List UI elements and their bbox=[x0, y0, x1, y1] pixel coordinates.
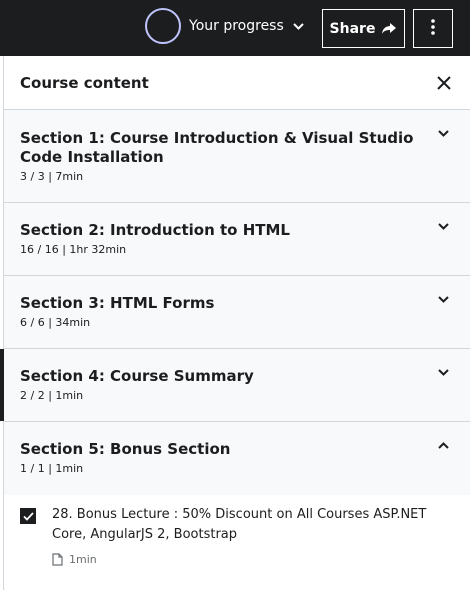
section-meta: 16 / 16 | 1hr 32min bbox=[20, 243, 127, 256]
section-3[interactable]: Section 3: HTML Forms 6 / 6 | 34min bbox=[4, 276, 470, 349]
panel-header: Course content bbox=[4, 56, 470, 110]
top-bar: Your progress Share bbox=[0, 0, 470, 56]
chevron-down-icon bbox=[293, 22, 304, 30]
chevron-down-icon bbox=[436, 294, 450, 304]
share-icon bbox=[381, 22, 397, 35]
lecture-complete-checkbox[interactable] bbox=[20, 508, 36, 524]
course-content-panel: Course content Section 1: Course Introdu… bbox=[0, 56, 470, 590]
lecture-duration: 1min bbox=[69, 553, 97, 566]
chevron-down-icon bbox=[436, 221, 450, 231]
chevron-down-icon bbox=[436, 128, 450, 138]
more-vertical-icon bbox=[431, 18, 435, 39]
active-section-indicator bbox=[0, 349, 4, 421]
section-title: Section 5: Bonus Section bbox=[20, 440, 231, 458]
more-options-button[interactable] bbox=[413, 9, 453, 48]
section-5[interactable]: Section 5: Bonus Section 1 / 1 | 1min bbox=[4, 422, 470, 495]
section-meta: 3 / 3 | 7min bbox=[20, 170, 84, 183]
section-title: Section 4: Course Summary bbox=[20, 367, 254, 385]
section-1[interactable]: Section 1: Course Introduction & Visual … bbox=[4, 110, 470, 203]
checkmark-icon bbox=[22, 511, 34, 521]
lecture-item[interactable]: 28. Bonus Lecture : 50% Discount on All … bbox=[4, 495, 470, 581]
lecture-title: 28. Bonus Lecture : 50% Discount on All … bbox=[52, 507, 427, 542]
close-button[interactable] bbox=[434, 73, 454, 93]
chevron-up-icon bbox=[436, 440, 450, 450]
section-meta: 1 / 1 | 1min bbox=[20, 462, 84, 475]
section-title: Section 2: Introduction to HTML bbox=[20, 221, 290, 239]
progress-dropdown[interactable]: Your progress bbox=[145, 8, 304, 44]
section-meta: 6 / 6 | 34min bbox=[20, 316, 91, 329]
section-title: Section 3: HTML Forms bbox=[20, 294, 215, 312]
file-icon bbox=[52, 553, 63, 566]
section-4[interactable]: Section 4: Course Summary 2 / 2 | 1min bbox=[0, 349, 470, 422]
panel-title: Course content bbox=[20, 73, 149, 92]
chevron-down-icon bbox=[436, 367, 450, 377]
section-meta: 2 / 2 | 1min bbox=[20, 389, 84, 402]
share-button-label: Share bbox=[329, 20, 376, 37]
share-button[interactable]: Share bbox=[322, 9, 405, 48]
progress-ring-icon bbox=[145, 8, 181, 44]
close-icon bbox=[437, 75, 451, 90]
section-2[interactable]: Section 2: Introduction to HTML 16 / 16 … bbox=[4, 203, 470, 276]
section-title: Section 1: Course Introduction & Visual … bbox=[20, 129, 414, 166]
progress-label: Your progress bbox=[189, 18, 284, 34]
lecture-meta: 1min bbox=[52, 553, 454, 566]
